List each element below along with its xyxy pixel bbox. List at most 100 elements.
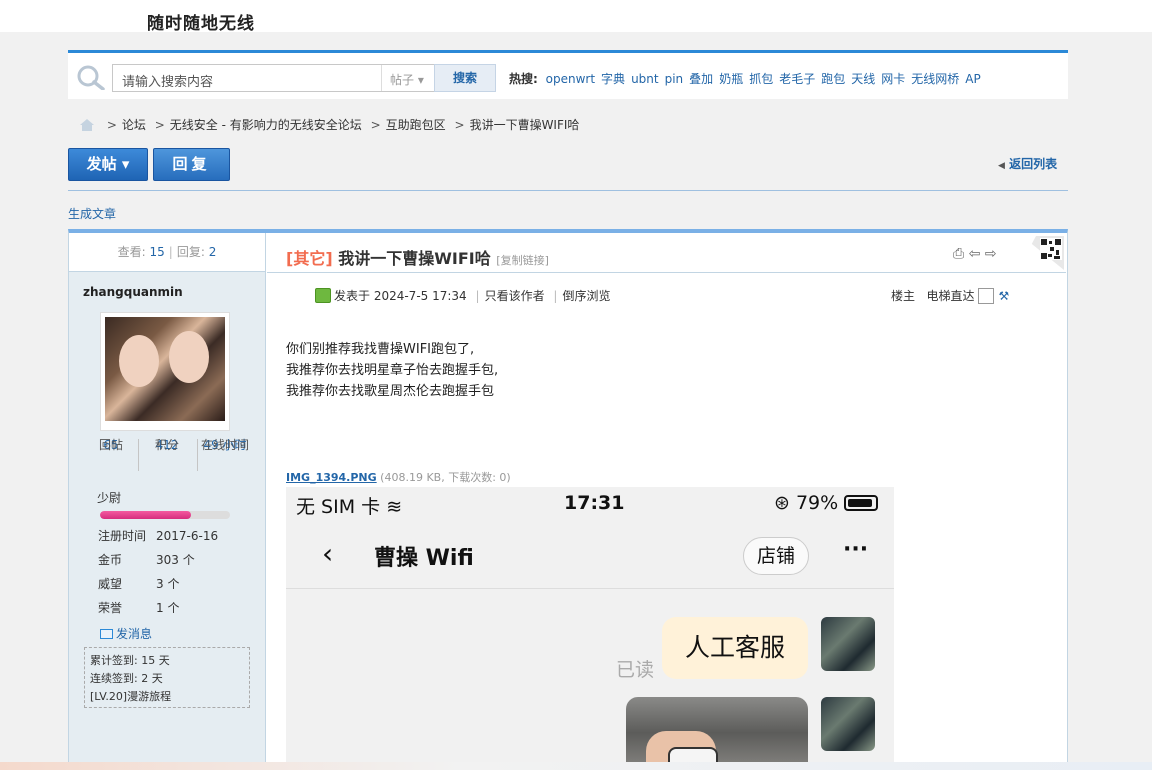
hot-term[interactable]: 抓包 [749,72,773,86]
send-message-label: 发消息 [116,627,153,641]
battery-percent: 79% [795,492,839,514]
search-placeholder: 请输入搜索内容 [122,75,214,90]
hot-term[interactable]: 天线 [851,72,875,86]
checkin-line: 连续签到: 2 天 [90,672,163,685]
info-value: 2017-6-16 [156,529,219,543]
battery-status: ⊛ 79% [774,492,879,514]
more-icon: ··· [843,537,869,562]
rotation-lock-icon: ⊛ [774,492,790,514]
replies-count: 2 [208,245,217,259]
copy-link-button[interactable]: [复制链接] [496,254,549,267]
hot-term[interactable]: 字典 [601,72,625,86]
chevron-down-icon: ▾ [417,73,424,87]
breadcrumb: > 论坛 > 无线安全 - 有影响力的无线安全论坛 > 互助跑包区 > 我讲一下曹操WI… [80,116,579,133]
reverse-order-link[interactable]: 倒序浏览 [562,289,610,303]
info-key: 注册时间 [98,529,147,543]
back-to-list-label: 返回列表 [1009,157,1058,171]
chat-avatar [821,697,875,751]
info-key: 威望 [98,577,123,591]
new-post-button[interactable]: 发帖 ▾ [68,148,148,181]
attachment-image[interactable]: 无 SIM 卡 ≋ 17:31 ⊛ 79% ‹ 曹操 Wifi 店铺 ··· 已… [286,487,894,770]
attachment-link[interactable]: IMG_1394.PNG [286,471,377,484]
post-main: [其它] 我讲一下曹操WIFI哈 [复制链接] ⎙ ⇦ ⇨ 发表于 2024-7… [267,233,1067,770]
prev-thread-icon[interactable]: ⇦ [969,246,981,262]
post-title-text: 我讲一下曹操WIFI哈 [338,249,491,268]
info-key: 荣誉 [98,601,123,615]
phone-time: 17:31 [564,492,625,514]
qr-code-icon[interactable] [1022,236,1064,270]
hot-term[interactable]: AP [965,72,980,86]
floor-tools: 楼主 电梯直达 ⚒ [891,287,1009,304]
new-post-label: 发帖 [86,155,117,173]
back-to-list-link[interactable]: ◀ 返回列表 [998,155,1057,172]
breadcrumb-item[interactable]: 互助跑包区 [386,118,446,132]
info-key: 金币 [98,553,123,567]
author-info: 注册时间 2017-6-16 金币 303 个 威望 3 个 荣誉 1 个 [98,524,258,620]
elevator-label[interactable]: 电梯直达 [926,289,974,303]
site-name: 随时随地无线 [147,14,255,32]
reply-button[interactable]: 回复 [153,148,230,181]
online-status-icon [315,288,331,303]
chat-bubble: 人工客服 [662,617,808,679]
author-sidebar: 查看: 15 | 回复: 2 zhangquanmin 65 回帖 412 积分 49 … [69,233,266,770]
wrench-icon[interactable]: ⚒ [998,289,1009,303]
title-tools: ⎙ ⇦ ⇨ [953,246,997,262]
generate-article-link[interactable]: 生成文章 [68,205,116,222]
search-type-select[interactable]: 帖子 ▾ [381,65,436,91]
post-date: 发表于 2024-7-5 17:34 [334,289,467,303]
content-line: 你们别推荐我找曹操WIFI跑包了, [286,342,475,357]
hot-term[interactable]: 跑包 [821,72,845,86]
chevron-left-icon: ‹ [322,537,334,570]
hot-search: 热搜: openwrt 字典 ubnt pin 叠加 奶瓶 抓包 老毛子 跑包 天线 网卡 无线网桥 A… [509,70,987,87]
views-count: 15 [149,245,165,259]
post-meta: 发表于 2024-7-5 17:34 | 只看该作者 | 倒序浏览 [315,287,610,304]
post-panel: 查看: 15 | 回复: 2 zhangquanmin 65 回帖 412 积分 49 … [68,229,1068,770]
chat-title: 曹操 Wifi [374,546,474,571]
content-line: 我推荐你去找歌星周杰伦去跑握手包 [286,384,495,399]
battery-icon [844,495,879,511]
hot-term[interactable]: ubnt [631,72,659,86]
carrier-label: 无 SIM 卡 ≋ [296,492,402,519]
home-icon[interactable] [80,119,94,131]
stat-label: 积分 [154,438,179,452]
hot-term[interactable]: pin [665,72,684,86]
breadcrumb-item[interactable]: 论坛 [122,118,146,132]
breadcrumb-item[interactable]: 我讲一下曹操WIFI哈 [470,118,580,132]
checkin-box: 累计签到: 15 天 连续签到: 2 天 [LV.20]漫游旅程 [84,647,250,708]
triangle-left-icon: ◀ [998,161,1005,171]
info-value: 3 个 [156,577,180,591]
chevron-down-icon: ▾ [121,155,130,173]
search-input[interactable]: 请输入搜索内容 帖子 ▾ [112,64,435,92]
breadcrumb-item[interactable]: 无线安全 - 有影响力的无线安全论坛 [170,118,362,132]
chat-photo [626,697,808,770]
info-value: 303 个 [156,553,195,567]
search-button[interactable]: 搜索 [434,64,496,92]
chat-avatar [821,617,875,671]
info-value: 1 个 [156,601,180,615]
checkin-line: 累计签到: 15 天 [90,654,170,667]
hot-term[interactable]: 叠加 [689,72,713,86]
stat-label: 回帖 [98,438,123,452]
send-message-link[interactable]: 发消息 [100,625,152,642]
hot-search-label: 热搜: [509,72,538,86]
bottom-strip [0,762,1152,770]
attachment: IMG_1394.PNG (408.19 KB, 下载次数: 0) [286,469,511,485]
avatar-image [105,317,225,421]
only-author-link[interactable]: 只看该作者 [485,289,545,303]
hot-term[interactable]: 老毛子 [779,72,815,86]
rank-title: 少尉 [97,491,122,505]
attachment-meta: (408.19 KB, 下载次数: 0) [380,471,511,484]
elevator-input[interactable] [978,288,995,304]
rank-progress-fill [100,511,191,519]
post-category[interactable]: [其它] [286,249,333,268]
hot-term[interactable]: openwrt [546,72,595,86]
author-name[interactable]: zhangquanmin [83,285,183,299]
print-icon[interactable]: ⎙ [953,246,964,262]
hot-term[interactable]: 网卡 [881,72,905,86]
avatar[interactable] [100,312,230,431]
hot-term[interactable]: 奶瓶 [719,72,743,86]
hot-term[interactable]: 无线网桥 [911,72,959,86]
site-header: 随时随地无线 [0,0,1152,32]
next-thread-icon[interactable]: ⇨ [985,246,997,262]
thread-stats: 查看: 15 | 回复: 2 [69,233,265,272]
